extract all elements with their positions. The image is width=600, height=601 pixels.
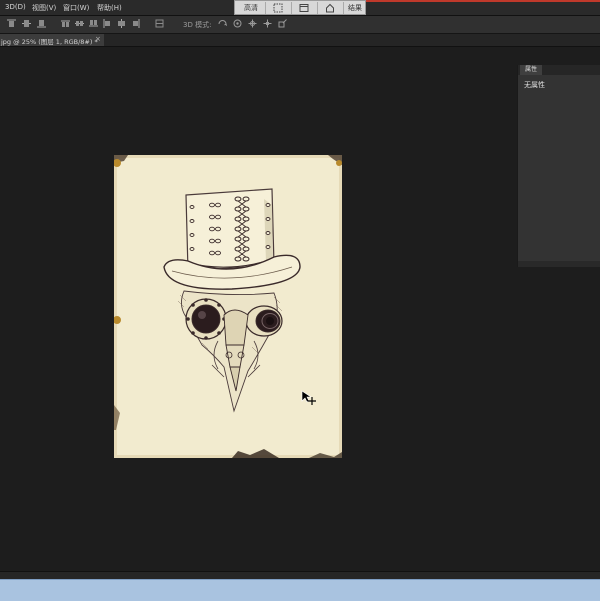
align-vcenter-icon[interactable] — [22, 19, 31, 28]
tab-properties[interactable]: 属性 — [520, 65, 542, 75]
document-canvas[interactable] — [111, 152, 345, 461]
auto-align-icon[interactable] — [155, 19, 164, 28]
move-cursor-icon — [301, 390, 316, 405]
window-icon[interactable] — [293, 2, 315, 14]
menu-window[interactable]: 窗口(W) — [63, 3, 89, 13]
options-bar: 3D 模式: — [0, 16, 600, 34]
3d-roll-icon[interactable] — [233, 19, 242, 28]
3d-pan-icon[interactable] — [248, 19, 257, 28]
document-tab[interactable]: jpg @ 25% (图层 1, RGB/8#) * × — [0, 34, 104, 46]
no-properties-text: 无属性 — [524, 81, 545, 89]
distribute-left-icon[interactable] — [103, 19, 112, 28]
screen-mode-bar: 高清 结果 — [234, 0, 366, 15]
result-button[interactable]: 结果 — [344, 2, 366, 14]
distribute-right-icon[interactable] — [131, 19, 140, 28]
steampunk-plague-doctor-illustration — [111, 152, 345, 461]
document-tab-label: jpg @ 25% (图层 1, RGB/8#) * — [1, 38, 98, 46]
align-top-icon[interactable] — [7, 19, 16, 28]
hd-button[interactable]: 高清 — [238, 2, 264, 14]
panel-footer — [518, 261, 600, 267]
home-icon[interactable] — [319, 2, 341, 14]
distribute-vcenter-icon[interactable] — [75, 19, 84, 28]
menu-view[interactable]: 视图(V) — [32, 3, 56, 13]
document-tab-bar: jpg @ 25% (图层 1, RGB/8#) * × — [0, 34, 600, 47]
3d-slide-icon[interactable] — [263, 19, 272, 28]
menu-3d[interactable]: 3D(D) — [5, 3, 26, 11]
properties-panel: 属性 无属性 — [517, 65, 600, 267]
title-accent-line — [365, 0, 600, 2]
3d-mode-label: 3D 模式: — [183, 21, 212, 29]
menu-help[interactable]: 帮助(H) — [97, 3, 122, 13]
distribute-top-icon[interactable] — [61, 19, 70, 28]
panel-tab-bar: 属性 — [518, 65, 600, 75]
distribute-hcenter-icon[interactable] — [117, 19, 126, 28]
3d-rotate-icon[interactable] — [218, 19, 227, 28]
os-taskbar — [0, 579, 600, 601]
close-icon[interactable]: × — [95, 35, 101, 43]
distribute-bottom-icon[interactable] — [89, 19, 98, 28]
3d-scale-icon[interactable] — [278, 19, 287, 28]
select-region-icon[interactable] — [267, 2, 289, 14]
align-bottom-icon[interactable] — [37, 19, 46, 28]
